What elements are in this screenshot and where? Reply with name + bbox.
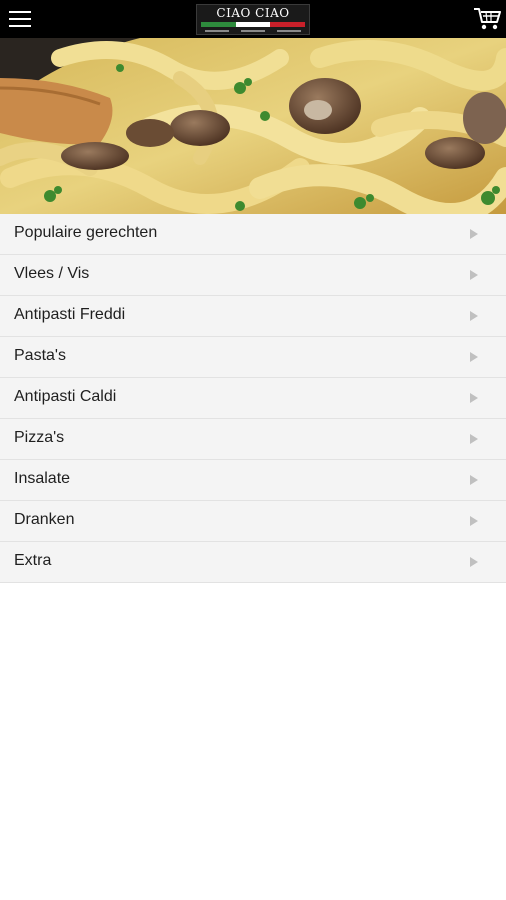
category-item-pastas[interactable]: Pasta's bbox=[0, 337, 506, 378]
shopping-cart-icon[interactable] bbox=[473, 6, 501, 32]
category-item-pizzas[interactable]: Pizza's bbox=[0, 419, 506, 460]
category-item-populaire-gerechten[interactable]: Populaire gerechten bbox=[0, 214, 506, 255]
category-label: Dranken bbox=[14, 511, 75, 528]
category-item-insalate[interactable]: Insalate bbox=[0, 460, 506, 501]
chevron-right-icon bbox=[470, 393, 478, 403]
logo-tagline-marks bbox=[199, 29, 307, 33]
category-item-dranken[interactable]: Dranken bbox=[0, 501, 506, 542]
category-item-antipasti-freddi[interactable]: Antipasti Freddi bbox=[0, 296, 506, 337]
top-app-bar: CIAO CIAO bbox=[0, 0, 506, 38]
hero-pasta-image bbox=[0, 38, 506, 214]
hamburger-menu-icon[interactable] bbox=[9, 11, 31, 29]
chevron-right-icon bbox=[470, 311, 478, 321]
category-label: Antipasti Caldi bbox=[14, 388, 117, 405]
chevron-right-icon bbox=[470, 229, 478, 239]
category-label: Insalate bbox=[14, 470, 71, 487]
category-label: Antipasti Freddi bbox=[14, 306, 126, 323]
category-label: Vlees / Vis bbox=[14, 265, 90, 282]
category-item-extra[interactable]: Extra bbox=[0, 542, 506, 583]
category-item-vlees-vis[interactable]: Vlees / Vis bbox=[0, 255, 506, 296]
chevron-right-icon bbox=[470, 352, 478, 362]
chevron-right-icon bbox=[470, 434, 478, 444]
chevron-right-icon bbox=[470, 516, 478, 526]
logo-italian-flag bbox=[201, 22, 306, 27]
category-label: Pizza's bbox=[14, 429, 65, 446]
category-item-antipasti-caldi[interactable]: Antipasti Caldi bbox=[0, 378, 506, 419]
logo-text: CIAO CIAO bbox=[216, 6, 290, 20]
category-label: Pasta's bbox=[14, 347, 66, 364]
category-list: Populaire gerechten Vlees / Vis Antipast… bbox=[0, 214, 506, 583]
category-label: Populaire gerechten bbox=[14, 224, 158, 241]
ciao-ciao-logo: CIAO CIAO bbox=[196, 4, 310, 35]
chevron-right-icon bbox=[470, 475, 478, 485]
chevron-right-icon bbox=[470, 270, 478, 280]
category-label: Extra bbox=[14, 552, 52, 569]
chevron-right-icon bbox=[470, 557, 478, 567]
